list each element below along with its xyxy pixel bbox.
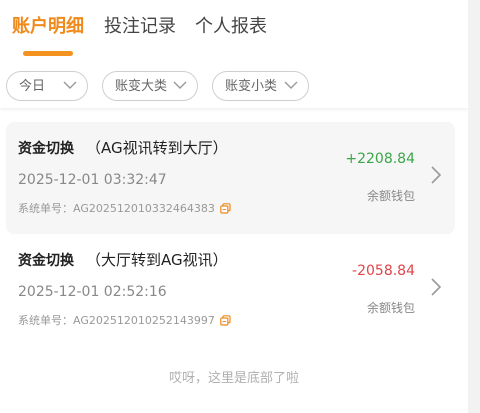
tab-bet-records[interactable]: 投注记录 xyxy=(104,14,176,40)
record-detail: （大厅转到AG视讯） xyxy=(86,251,228,269)
record-order-row: 系统单号：AG202512010252143997 xyxy=(18,314,231,328)
record-item[interactable]: 资金切换 （AG视讯转到大厅） 2025-12-01 03:32:47 系统单号：… xyxy=(6,122,455,234)
record-wallet: 余额钱包 xyxy=(366,301,415,315)
end-of-list-text: 哎呀，这里是底部了啦 xyxy=(168,371,299,386)
scroll-edge xyxy=(468,0,480,413)
filter-minor-category-label: 账变小类 xyxy=(225,79,278,94)
filter-date-label: 今日 xyxy=(19,79,46,94)
chevron-down-icon xyxy=(284,81,298,89)
chevron-down-icon xyxy=(173,81,187,89)
record-time: 2025-12-01 03:32:47 xyxy=(18,172,167,188)
filter-major-category-label: 账变大类 xyxy=(115,79,168,94)
tab-personal-report[interactable]: 个人报表 xyxy=(195,14,267,40)
copy-icon[interactable] xyxy=(220,315,231,326)
chevron-right-icon xyxy=(431,166,441,184)
filter-minor-category-dropdown[interactable]: 账变小类 xyxy=(212,71,309,101)
copy-icon[interactable] xyxy=(220,203,231,214)
record-order-row: 系统单号：AG202512010332464383 xyxy=(18,202,231,216)
filter-bar: 今日 账变大类 账变小类 xyxy=(0,62,468,108)
tab-account-details[interactable]: 账户明细 xyxy=(12,14,84,40)
record-order-number: 系统单号：AG202512010332464383 xyxy=(18,202,215,215)
record-amount: +2208.84 xyxy=(345,151,415,167)
filter-date-dropdown[interactable]: 今日 xyxy=(6,71,88,101)
filter-major-category-dropdown[interactable]: 账变大类 xyxy=(102,71,198,101)
active-tab-indicator xyxy=(23,51,73,56)
record-time: 2025-12-01 02:52:16 xyxy=(18,284,167,300)
record-amount: -2058.84 xyxy=(352,263,415,279)
record-order-number: 系统单号：AG202512010252143997 xyxy=(18,314,215,327)
record-item[interactable]: 资金切换 （大厅转到AG视讯） 2025-12-01 02:52:16 系统单号：… xyxy=(6,234,455,346)
chevron-down-icon xyxy=(63,81,77,89)
record-title: 资金切换 （大厅转到AG视讯） xyxy=(18,250,228,271)
record-title: 资金切换 （AG视讯转到大厅） xyxy=(18,138,228,159)
record-type: 资金切换 xyxy=(18,141,74,157)
record-type: 资金切换 xyxy=(18,253,74,269)
tab-bar: 账户明细 投注记录 个人报表 xyxy=(0,0,468,62)
record-wallet: 余额钱包 xyxy=(366,189,415,203)
chevron-right-icon xyxy=(431,278,441,296)
record-detail: （AG视讯转到大厅） xyxy=(86,139,228,157)
